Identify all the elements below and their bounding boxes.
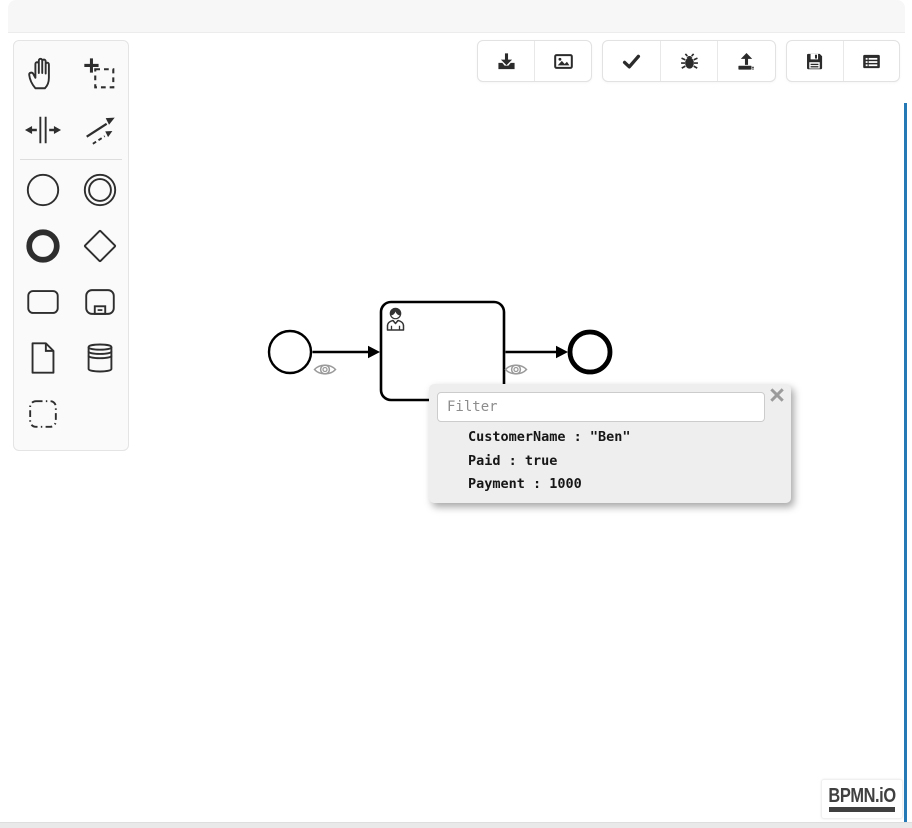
variables-list: CustomerName : "Ben" Paid : true Payment…: [468, 426, 631, 497]
forms-icon: [862, 52, 881, 71]
create-group-button[interactable]: [14, 386, 71, 442]
toolbar-group-save: [786, 40, 900, 82]
sequence-flow-1[interactable]: [313, 346, 381, 358]
lasso-tool-icon: [81, 55, 119, 93]
export-image-button[interactable]: [534, 41, 591, 81]
variable-row: Paid : true: [468, 450, 631, 474]
palette-separator: [20, 159, 122, 160]
start-event-icon: [24, 171, 62, 209]
create-task-button[interactable]: [14, 274, 71, 330]
download-button[interactable]: [478, 41, 534, 81]
tab-strip: [8, 0, 905, 33]
debug-button[interactable]: [660, 41, 718, 81]
variable-eye-overlay-2[interactable]: [506, 365, 527, 374]
space-tool-icon: [24, 111, 62, 149]
save-icon: [805, 52, 824, 71]
bpmn-io-logo[interactable]: BPMN.iO: [821, 779, 903, 819]
create-data-object-button[interactable]: [14, 330, 71, 386]
palette-empty-cell: [71, 386, 128, 442]
global-connect-icon: [81, 111, 119, 149]
close-icon[interactable]: ×: [766, 382, 788, 408]
bottom-edge-strip: [0, 822, 912, 828]
right-edge-scroll-line: [904, 103, 907, 823]
space-tool-button[interactable]: [14, 102, 71, 158]
subprocess-icon: [81, 283, 119, 321]
download-icon: [497, 52, 516, 71]
create-subprocess-button[interactable]: [71, 274, 128, 330]
variables-popup: × CustomerName : "Ben" Paid : true Payme…: [429, 384, 791, 503]
toolbar-group-io: [477, 40, 592, 82]
gateway-icon: [81, 227, 119, 265]
sequence-flow-2[interactable]: [506, 346, 569, 358]
lasso-tool-button[interactable]: [71, 46, 128, 102]
data-object-icon: [24, 339, 62, 377]
variable-eye-overlay-1[interactable]: [315, 365, 336, 374]
variable-row: CustomerName : "Ben": [468, 426, 631, 450]
check-icon: [622, 52, 641, 71]
group-icon: [24, 395, 62, 433]
end-event-icon: [24, 227, 62, 265]
forms-button[interactable]: [843, 41, 900, 81]
bpmn-io-logo-underline: [829, 807, 895, 812]
bpmn-palette: [13, 40, 129, 451]
variable-row: Payment : 1000: [468, 473, 631, 497]
hand-tool-icon: [24, 55, 62, 93]
save-button[interactable]: [787, 41, 843, 81]
start-event-shape[interactable]: [269, 331, 311, 373]
data-store-icon: [81, 339, 119, 377]
task-icon: [24, 283, 62, 321]
validate-button[interactable]: [603, 41, 660, 81]
global-connect-tool-button[interactable]: [71, 102, 128, 158]
end-event-shape[interactable]: [570, 332, 610, 372]
deploy-button[interactable]: [717, 41, 775, 81]
filter-input[interactable]: [437, 392, 765, 422]
toolbar-group-validate: [602, 40, 776, 82]
create-data-store-button[interactable]: [71, 330, 128, 386]
create-end-event-button[interactable]: [14, 218, 71, 274]
bpmn-io-logo-text: BPMN.iO: [828, 786, 895, 806]
image-icon: [554, 52, 573, 71]
bug-icon: [680, 52, 699, 71]
create-intermediate-event-button[interactable]: [71, 162, 128, 218]
intermediate-event-icon: [81, 171, 119, 209]
create-gateway-button[interactable]: [71, 218, 128, 274]
upload-icon: [737, 52, 756, 71]
hand-tool-button[interactable]: [14, 46, 71, 102]
create-start-event-button[interactable]: [14, 162, 71, 218]
